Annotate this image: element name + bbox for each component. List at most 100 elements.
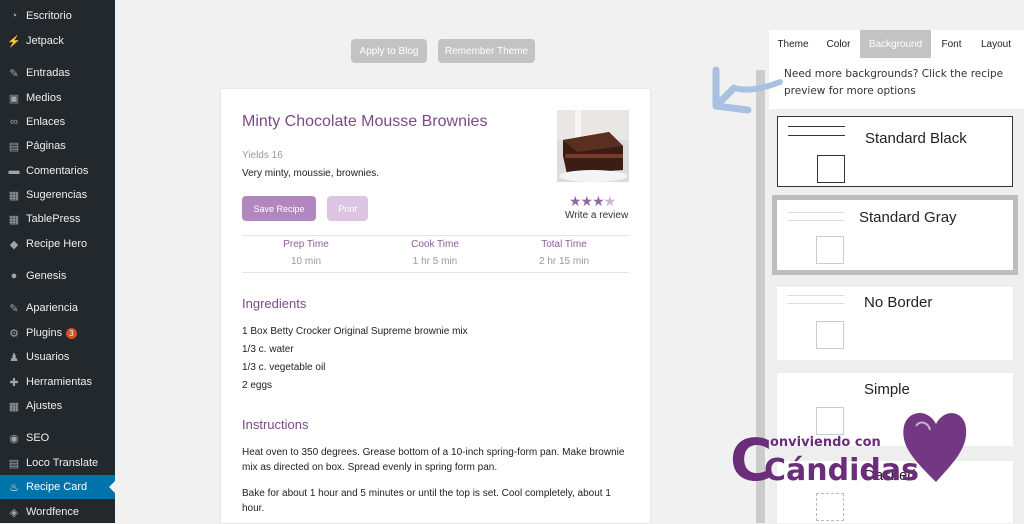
sidebar-item-enlaces[interactable]: ∞ Enlaces	[0, 110, 115, 134]
jetpack-icon: ⚡	[7, 35, 21, 48]
sidebar-item-label: Escritorio	[26, 10, 72, 22]
sidebar-item-páginas[interactable]: ▤ Páginas	[0, 134, 115, 158]
sidebar-item-sugerencias[interactable]: ▦ Sugerencias	[0, 183, 115, 207]
remember-theme-button[interactable]: Remember Theme	[438, 39, 535, 63]
recipe-title: Minty Chocolate Mousse Brownies	[242, 113, 488, 130]
sidebar-item-label: Loco Translate	[26, 457, 99, 469]
sidebar-item-recipe-hero[interactable]: ◆ Recipe Hero	[0, 232, 115, 256]
save-recipe-button[interactable]: Save Recipe	[242, 196, 316, 221]
preview-square	[816, 321, 844, 349]
comment-icon: ▬	[8, 165, 20, 177]
sidebar-item-escritorio[interactable]: ◔ Escritorio	[0, 4, 115, 28]
sidebar-item-apariencia[interactable]: ✎ Apariencia	[0, 296, 115, 320]
ingredient-item: 1/3 c. vegetable oil	[242, 362, 326, 373]
sidebar-item-recipe-card[interactable]: ♨ Recipe Card	[0, 475, 115, 499]
option-label: Simple	[864, 381, 910, 398]
appearance-icon: ✎	[9, 302, 19, 315]
tools-icon: ✚	[9, 376, 19, 389]
preview-square	[817, 155, 845, 183]
sidebar-item-label: Enlaces	[26, 116, 66, 128]
preview-square	[816, 236, 844, 264]
option-label: No Border	[864, 294, 933, 311]
sidebar-item-label: Usuarios	[26, 351, 70, 363]
tab-font[interactable]: Font	[931, 30, 972, 58]
preview-line	[787, 212, 844, 213]
sidebar-item-label: Ajustes	[26, 400, 63, 412]
print-button[interactable]: Print	[327, 196, 368, 221]
total-time-value: 2 hr 15 min	[538, 256, 590, 267]
genesis-icon: ●	[10, 270, 18, 282]
sidebar-item-label: Entradas	[26, 67, 71, 79]
pointer-arrow-icon	[712, 66, 783, 114]
write-review-link[interactable]: Write a review	[565, 210, 628, 221]
ingredient-item: 1 Box Betty Crocker Original Supreme bro…	[242, 326, 468, 337]
divider	[242, 272, 629, 273]
sidebar-item-label: Apariencia	[26, 302, 78, 314]
preview-line	[787, 303, 844, 304]
ingredient-item: 1/3 c. water	[242, 344, 294, 355]
recipe-hero-icon: ◆	[9, 238, 19, 251]
sidebar-item-label: Herramientas	[26, 376, 93, 388]
translate-icon: ▤	[8, 457, 20, 470]
sidebar-item-entradas[interactable]: ✎ Entradas	[0, 61, 115, 85]
tab-background[interactable]: Background	[860, 30, 931, 58]
recipe-card-preview[interactable]: Minty Chocolate Mousse Brownies Yields 1…	[221, 89, 650, 523]
sidebar-item-ajustes[interactable]: ▦ Ajustes	[0, 394, 115, 418]
preview-line	[788, 135, 845, 136]
cook-time: Cook Time 1 hr 5 min	[375, 239, 495, 267]
sidebar-item-seo[interactable]: ◉ SEO	[0, 426, 115, 450]
page-icon: ▤	[8, 140, 20, 153]
sidebar-item-label: Wordfence	[26, 506, 79, 518]
preview-line	[787, 220, 844, 221]
instructions-heading: Instructions	[242, 417, 309, 432]
suggestion-icon: ▦	[8, 189, 20, 202]
instruction-step: Heat oven to 350 degrees. Grease bottom …	[242, 447, 625, 473]
sidebar-item-label: TablePress	[26, 213, 81, 225]
sidebar-item-jetpack[interactable]: ⚡ Jetpack	[0, 29, 115, 53]
cook-time-value: 1 hr 5 min	[412, 256, 458, 267]
settings-icon: ▦	[8, 400, 20, 413]
dashboard-icon: ◔	[10, 10, 18, 22]
sidebar-item-usuarios[interactable]: ♟ Usuarios	[0, 345, 115, 369]
users-icon: ♟	[9, 351, 19, 364]
total-time-label: Total Time	[541, 239, 587, 250]
tab-layout[interactable]: Layout	[972, 30, 1020, 58]
option-standard-black[interactable]: Standard Black	[777, 116, 1013, 187]
sidebar-item-herramientas[interactable]: ✚ Herramientas	[0, 370, 115, 394]
recipe-photo	[557, 110, 629, 182]
sidebar-item-wordfence[interactable]: ◈ Wordfence	[0, 500, 115, 524]
sidebar-item-medios[interactable]: ▣ Medios	[0, 86, 115, 110]
preview-square	[816, 493, 844, 521]
pin-icon: ✎	[9, 67, 19, 80]
sidebar-item-label: Plugins	[26, 327, 63, 339]
link-icon: ∞	[10, 116, 18, 128]
ingredients-heading: Ingredients	[242, 296, 307, 311]
sidebar-item-plugins[interactable]: ⚙ Plugins 3	[0, 321, 115, 345]
option-label: Standard Black	[865, 130, 967, 147]
sidebar-item-tablepress[interactable]: ▦ TablePress	[0, 207, 115, 231]
sidebar-item-label: Páginas	[26, 140, 66, 152]
option-standard-gray[interactable]: Standard Gray	[772, 195, 1018, 275]
sidebar-item-loco-translate[interactable]: ▤ Loco Translate	[0, 451, 115, 475]
rating-stars[interactable]: ★★★★	[569, 193, 616, 210]
total-time: Total Time 2 hr 15 min	[504, 239, 624, 267]
recipe-yields: Yields 16	[242, 150, 283, 161]
background-hint: Need more backgrounds? Click the recipe …	[784, 68, 1004, 97]
plugin-icon: ⚙	[9, 327, 19, 340]
sidebar-item-label: Jetpack	[26, 35, 64, 47]
logo-line1: onviviendo con	[770, 435, 881, 450]
tab-theme[interactable]: Theme	[769, 30, 817, 58]
sidebar-item-label: Genesis	[26, 270, 67, 282]
seo-icon: ◉	[9, 432, 19, 445]
prep-time-label: Prep Time	[283, 239, 329, 250]
sidebar-item-comentarios[interactable]: ▬ Comentarios	[0, 159, 115, 183]
preview-line	[787, 295, 844, 296]
option-no-border[interactable]: No Border	[777, 287, 1013, 360]
tab-color[interactable]: Color	[817, 30, 860, 58]
apply-to-blog-button[interactable]: Apply to Blog	[351, 39, 427, 63]
ingredient-item: 2 eggs	[242, 380, 273, 391]
recipe-description: Very minty, moussie, brownies.	[242, 168, 380, 179]
sidebar-item-label: Recipe Card	[26, 481, 88, 493]
sidebar-item-genesis[interactable]: ● Genesis	[0, 264, 115, 288]
preview-line	[788, 126, 845, 127]
